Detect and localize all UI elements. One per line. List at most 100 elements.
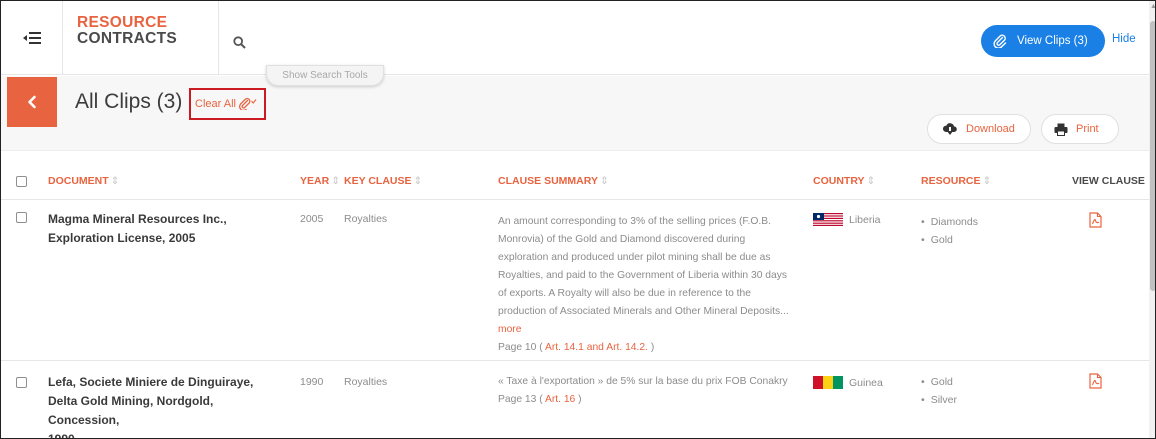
- list-item: • Silver: [921, 394, 957, 406]
- cloud-download-icon: [942, 123, 957, 135]
- summary-line: of exports. A Royalty will also be due i…: [498, 288, 751, 299]
- page-prefix: Page 10 (: [498, 342, 543, 353]
- clear-all-button[interactable]: Clear All: [189, 88, 266, 120]
- summary-line: production of Associated Minerals and Ot…: [498, 306, 789, 317]
- page-frame: RESOURCE CONTRACTS View Clips (3) Hide A…: [0, 0, 1156, 439]
- view-clips-label: View Clips (3): [1017, 35, 1088, 47]
- summary-line: An amount corresponding to 3% of the sel…: [498, 216, 772, 227]
- hide-link[interactable]: Hide: [1112, 33, 1136, 45]
- row-checkbox[interactable]: [16, 212, 27, 223]
- country-cell: Guinea: [813, 376, 883, 389]
- table-row: Magma Mineral Resources Inc., Exploratio…: [1, 201, 1149, 361]
- print-button[interactable]: Print: [1041, 114, 1119, 144]
- column-header-country[interactable]: COUNTRY ⇕: [813, 175, 875, 187]
- paperclip-remove-icon: [238, 98, 257, 110]
- column-header-key-clause[interactable]: KEY CLAUSE ⇕: [344, 175, 422, 187]
- key-clause-cell: Royalties: [344, 213, 388, 225]
- page-suffix: ): [578, 394, 582, 405]
- collapse-menu-icon: [22, 32, 41, 44]
- resource-name: Diamonds: [930, 216, 978, 228]
- year-cell: 2005: [300, 213, 324, 225]
- sort-icon: ⇕: [331, 175, 340, 187]
- article-link[interactable]: Art. 14.1 and Art. 14.2.: [543, 342, 651, 353]
- column-label: YEAR: [300, 175, 330, 187]
- clause-summary-cell: An amount corresponding to 3% of the sel…: [498, 213, 798, 357]
- printer-icon: [1054, 123, 1068, 136]
- document-link[interactable]: Lefa, Societe Miniere de Dinguiraye, Del…: [48, 373, 268, 439]
- scrollbar-thumb[interactable]: [1150, 21, 1155, 291]
- guinea-flag-icon: [813, 376, 843, 389]
- clear-all-label: Clear All: [195, 98, 236, 110]
- clause-summary-cell: « Taxe à l'exportation » de 5% sur la ba…: [498, 373, 798, 409]
- table-row: Lefa, Societe Miniere de Dinguiraye, Del…: [1, 362, 1149, 439]
- column-header-document[interactable]: DOCUMENT ⇕: [48, 175, 119, 187]
- column-label: DOCUMENT: [48, 175, 109, 187]
- show-search-tools-tab[interactable]: Show Search Tools: [266, 65, 384, 86]
- column-label: CLAUSE SUMMARY: [498, 175, 598, 187]
- row-checkbox[interactable]: [16, 377, 27, 388]
- chevron-left-icon: [28, 95, 36, 109]
- column-header-view-clause: VIEW CLAUSE: [1072, 175, 1145, 187]
- summary-line: Monrovia) of the Gold and Diamond discov…: [498, 234, 746, 245]
- pdf-document-icon: [1089, 212, 1102, 228]
- select-all-checkbox[interactable]: [16, 176, 27, 187]
- sort-icon: ⇕: [982, 175, 992, 187]
- logo-line-1: RESOURCE: [77, 14, 168, 31]
- list-item: • Gold: [921, 234, 953, 246]
- page-reference: Page 13 ( Art. 16 ): [498, 391, 798, 409]
- download-button[interactable]: Download: [927, 114, 1031, 144]
- clips-toolbar: All Clips (3) Clear All Download Print: [1, 76, 1149, 151]
- top-header: RESOURCE CONTRACTS View Clips (3) Hide: [1, 1, 1149, 75]
- summary-line: « Taxe à l'exportation » de 5% sur la ba…: [498, 376, 788, 387]
- logo-line-2: CONTRACTS: [77, 30, 177, 47]
- column-label: KEY CLAUSE: [344, 175, 412, 187]
- page-title: All Clips (3): [75, 90, 183, 113]
- liberia-flag-icon: [813, 213, 843, 226]
- page-prefix: Page 13 (: [498, 394, 543, 405]
- document-name-line: Exploration License, 2005: [48, 231, 196, 245]
- sort-icon: ⇕: [413, 175, 423, 187]
- scroll-up-arrow-icon[interactable]: ▲: [1150, 3, 1155, 10]
- article-link[interactable]: Art. 16: [543, 394, 579, 405]
- summary-line: Royalties, and paid to the Government of…: [498, 270, 788, 281]
- resource-list: • Diamonds • Gold: [921, 213, 978, 249]
- search-button[interactable]: [233, 36, 246, 54]
- document-name-line: Lefa, Societe Miniere de Dinguiraye,: [48, 375, 254, 389]
- page-suffix: ): [650, 342, 655, 353]
- page-reference: Page 10 ( Art. 14.1 and Art. 14.2. ): [498, 339, 798, 357]
- column-label: VIEW CLAUSE: [1072, 175, 1145, 187]
- view-clause-button[interactable]: [1089, 212, 1103, 233]
- table-header: DOCUMENT ⇕ YEAR ⇕ KEY CLAUSE ⇕ CLAUSE SUMMA…: [1, 151, 1149, 200]
- country-cell: Liberia: [813, 213, 881, 226]
- column-header-resource[interactable]: RESOURCE ⇕: [921, 175, 991, 187]
- back-button[interactable]: [7, 77, 57, 127]
- list-item: • Gold: [921, 376, 953, 388]
- view-clause-button[interactable]: [1089, 373, 1103, 394]
- document-name-line: Delta Gold Mining, Nordgold, Concession,: [48, 394, 214, 427]
- document-link[interactable]: Magma Mineral Resources Inc., Exploratio…: [48, 210, 268, 248]
- document-name-line: 1990: [48, 432, 75, 439]
- search-icon: [233, 36, 246, 49]
- document-name-line: Magma Mineral Resources Inc.,: [48, 212, 227, 226]
- column-label: RESOURCE: [921, 175, 981, 187]
- paperclip-icon: [993, 34, 1007, 48]
- key-clause-cell: Royalties: [344, 376, 388, 388]
- country-name: Guinea: [849, 376, 883, 389]
- collapse-menu-button[interactable]: [1, 1, 63, 75]
- resource-name: Gold: [930, 234, 953, 246]
- column-header-clause-summary[interactable]: CLAUSE SUMMARY ⇕: [498, 175, 609, 187]
- summary-line: exploration and produced under pilot min…: [498, 252, 771, 263]
- more-link[interactable]: more: [498, 321, 798, 339]
- list-item: • Diamonds: [921, 216, 978, 228]
- resource-name: Gold: [930, 376, 953, 388]
- sort-icon: ⇕: [866, 175, 876, 187]
- resource-list: • Gold • Silver: [921, 373, 957, 409]
- site-logo[interactable]: RESOURCE CONTRACTS: [63, 1, 219, 75]
- year-cell: 1990: [300, 376, 324, 388]
- print-label: Print: [1076, 123, 1099, 135]
- pdf-document-icon: [1089, 373, 1102, 389]
- sort-icon: ⇕: [599, 175, 609, 187]
- view-clips-button[interactable]: View Clips (3): [981, 25, 1105, 57]
- sort-icon: ⇕: [110, 175, 120, 187]
- column-header-year[interactable]: YEAR ⇕: [300, 175, 340, 187]
